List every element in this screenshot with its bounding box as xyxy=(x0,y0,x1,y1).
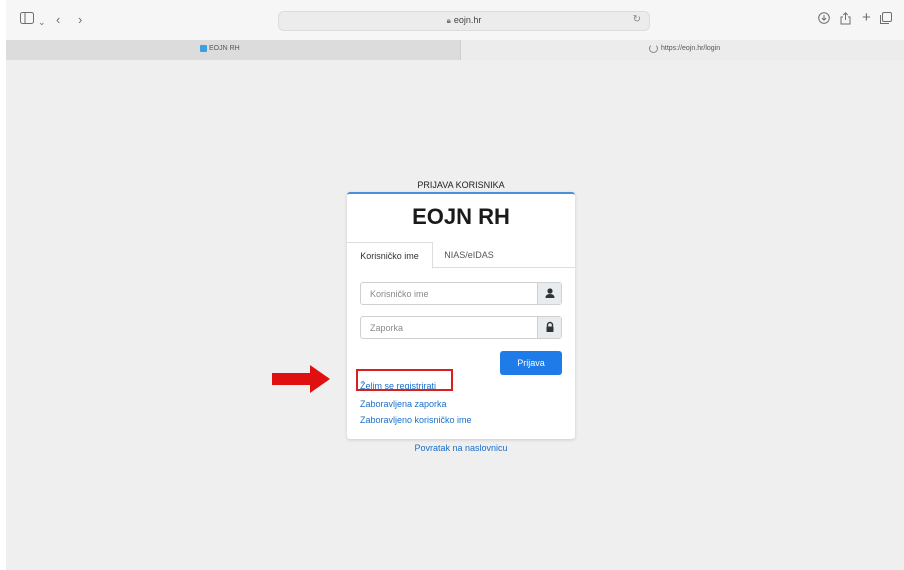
share-icon[interactable] xyxy=(840,12,851,29)
password-input[interactable] xyxy=(361,317,537,338)
lock-icon: 🔒︎ xyxy=(446,16,451,25)
user-icon xyxy=(537,283,561,304)
browser-window: ⌄ ‹ › 🔒︎ eojn.hr ↻ + EOJN RH https://eojn… xyxy=(6,0,904,570)
login-heading: PRIJAVA KORISNIKA xyxy=(417,180,505,190)
red-arrow-icon xyxy=(272,365,330,393)
tab-strip: EOJN RH https://eojn.hr/login xyxy=(6,40,904,60)
forward-icon[interactable]: › xyxy=(78,12,82,28)
username-field xyxy=(360,282,562,305)
back-icon[interactable]: ‹ xyxy=(56,12,60,28)
tab-nias-eidas[interactable]: NIAS/eIDAS xyxy=(433,242,505,268)
chevron-down-icon[interactable]: ⌄ xyxy=(38,14,46,30)
new-tab-icon[interactable]: + xyxy=(862,10,871,26)
login-card: EOJN RH Korisničko ime NIAS/eIDAS Prijav… xyxy=(347,192,575,439)
tab-username[interactable]: Korisničko ime xyxy=(347,242,433,269)
forgot-username-link[interactable]: Zaboravljeno korisničko ime xyxy=(360,415,472,425)
login-tabs: Korisničko ime NIAS/eIDAS xyxy=(347,242,575,269)
forgot-password-link[interactable]: Zaboravljena zaporka xyxy=(360,399,447,409)
browser-tab-login[interactable]: https://eojn.hr/login xyxy=(461,40,904,60)
login-button[interactable]: Prijava xyxy=(500,351,562,375)
favicon-icon xyxy=(200,45,207,52)
address-text: eojn.hr xyxy=(453,15,482,25)
back-to-home-link[interactable]: Povratak na naslovnicu xyxy=(348,443,574,453)
tab-overview-icon[interactable] xyxy=(880,12,892,28)
register-highlight-box xyxy=(356,369,453,391)
browser-tab-label: EOJN RH xyxy=(209,45,240,52)
browser-tab-eojn[interactable]: EOJN RH xyxy=(6,40,461,60)
browser-toolbar: ⌄ ‹ › 🔒︎ eojn.hr ↻ + xyxy=(6,0,904,40)
password-field xyxy=(360,316,562,339)
browser-tab-label: https://eojn.hr/login xyxy=(661,45,721,52)
page-content: PRIJAVA KORISNIKA EOJN RH Korisničko ime… xyxy=(6,61,904,570)
username-input[interactable] xyxy=(361,283,537,304)
reload-icon[interactable]: ↻ xyxy=(633,14,641,25)
download-icon[interactable] xyxy=(818,12,830,28)
sidebar-icon[interactable] xyxy=(20,12,34,28)
address-bar[interactable]: 🔒︎ eojn.hr ↻ xyxy=(278,11,650,31)
loading-spinner-icon xyxy=(649,44,658,53)
lock-icon xyxy=(537,317,561,338)
brand-title: EOJN RH xyxy=(412,204,510,229)
